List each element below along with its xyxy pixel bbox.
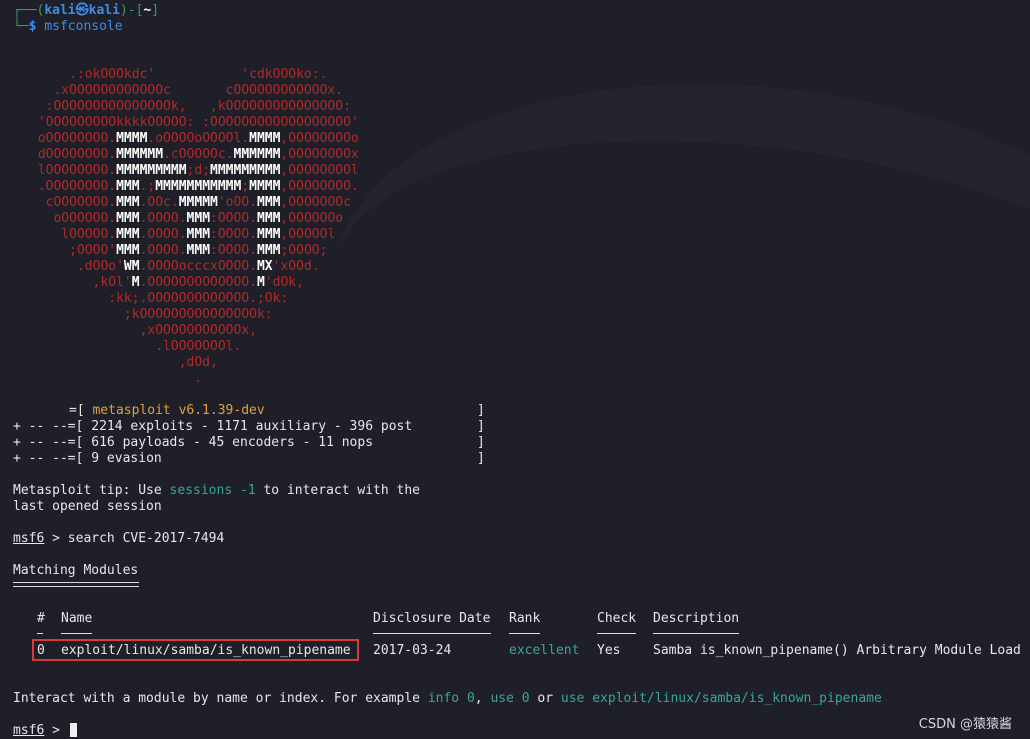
heading-underline <box>13 582 139 587</box>
shell-command: msfconsole <box>36 19 123 34</box>
banner-bracket-3: ] <box>477 435 485 450</box>
underline-check <box>597 633 636 634</box>
terminal-cursor[interactable] <box>70 723 77 737</box>
banner-line-version: =[ metasploit v6.1.39-dev <box>69 403 265 418</box>
banner-line-evasion: + -- --=[ 9 evasion <box>13 451 162 466</box>
metasploit-tip: Metasploit tip: Use sessions -1 to inter… <box>13 483 421 498</box>
background-logo <box>301 30 1030 631</box>
row-num: 0 <box>37 643 45 658</box>
prompt-user: kali㉿kali <box>44 3 120 18</box>
col-header-desc: Description <box>653 611 740 626</box>
matching-modules-heading: Matching Modules <box>13 563 139 578</box>
banner-line-payloads: + -- --=[ 616 payloads - 45 encoders - 1… <box>13 435 374 450</box>
row-check: Yes <box>597 643 621 658</box>
metasploit-ascii-art: .:okOOOkdc' 'cdkOOOko:. .xOOOOOOOOOOOOc … <box>37 67 359 386</box>
prompt-gt: > <box>44 723 68 738</box>
banner-bracket-4: ] <box>477 451 485 466</box>
underline-desc <box>653 633 739 634</box>
col-header-date: Disclosure Date <box>373 611 491 626</box>
underline-date <box>373 633 491 634</box>
hint-info-cmd: info 0 <box>427 691 475 706</box>
col-header-rank: Rank <box>509 611 541 626</box>
underline-rank <box>509 633 540 634</box>
prompt-corner-top: ┌──( <box>13 3 45 18</box>
search-command: > search CVE-2017-7494 <box>44 531 225 546</box>
msf-version: metasploit v6.1.39-dev <box>92 403 265 418</box>
col-header-check: Check <box>597 611 637 626</box>
row-date: 2017-03-24 <box>373 643 452 658</box>
msf-prompt: msf6 <box>13 531 45 546</box>
banner-line-exploits: + -- --=[ 2214 exploits - 1171 auxiliary… <box>13 419 413 434</box>
shell-command-line: └─$ msfconsole <box>13 19 123 35</box>
banner-bracket-1: ] <box>477 403 485 418</box>
hint-use-full-cmd: use exploit/linux/samba/is_known_pipenam… <box>560 691 882 706</box>
prompt-end: ] <box>151 3 160 18</box>
row-module-name: exploit/linux/samba/is_known_pipename <box>61 643 351 658</box>
underline-num <box>37 633 43 634</box>
col-header-num: # <box>37 611 45 626</box>
prompt-mid: )-[ <box>119 3 144 18</box>
tip-line-2: last opened session <box>13 499 162 514</box>
final-prompt-line[interactable]: msf6 > <box>13 723 68 739</box>
banner-bracket-2: ] <box>477 419 485 434</box>
shell-prompt-line: ┌──(kali㉿kali)-[~] <box>13 3 159 19</box>
hint-use-cmd: use 0 <box>490 691 530 706</box>
tip-command: sessions -1 <box>169 483 256 498</box>
interact-hint: Interact with a module by name or index.… <box>13 691 882 706</box>
final-msf-prompt: msf6 <box>13 723 45 738</box>
col-header-name: Name <box>61 611 93 626</box>
terminal-window[interactable]: ┌──(kali㉿kali)-[~] └─$ msfconsole .:okOO… <box>0 0 1030 739</box>
csdn-watermark: CSDN @猿猿酱 <box>918 717 1012 732</box>
row-description: Samba is_known_pipename() Arbitrary Modu… <box>653 643 1021 658</box>
underline-name <box>61 633 92 634</box>
prompt-corner-bottom: └─ <box>13 19 29 34</box>
row-rank: excellent <box>509 643 580 658</box>
search-command-line: msf6 > search CVE-2017-7494 <box>13 531 224 547</box>
